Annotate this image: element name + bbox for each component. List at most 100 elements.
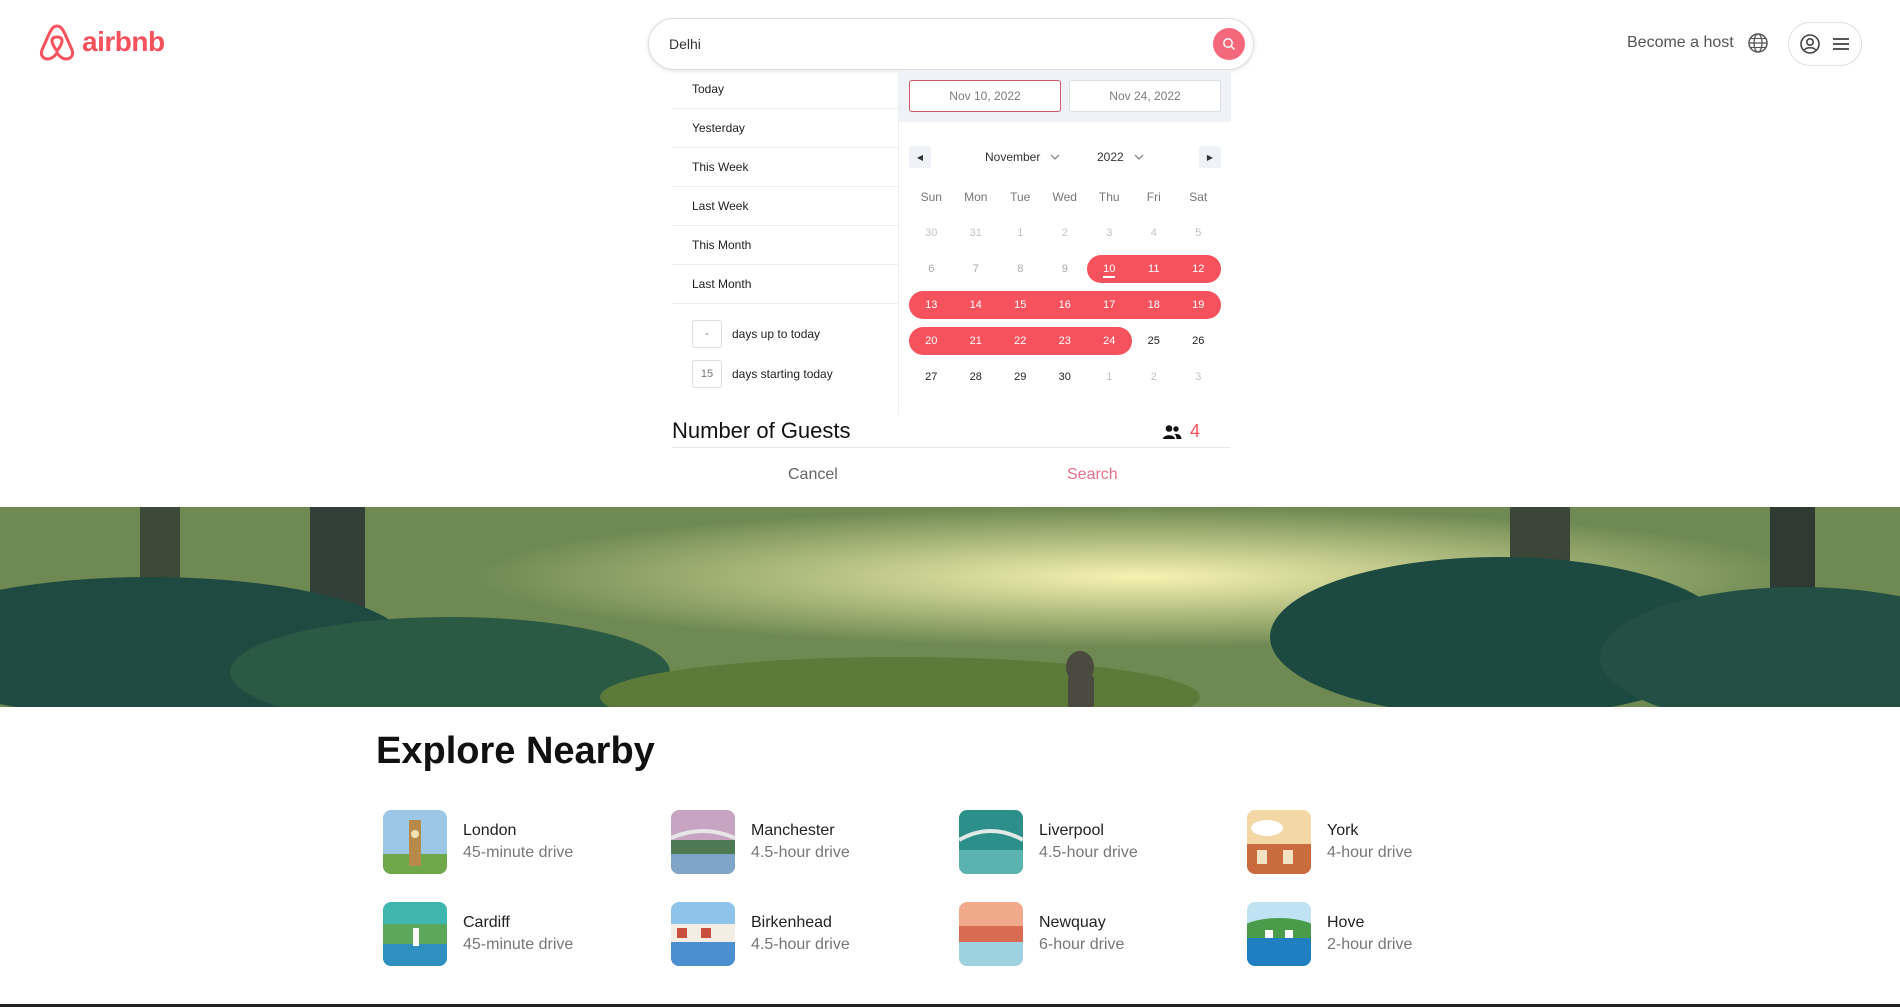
caret-right-icon: ▶ xyxy=(1206,152,1214,162)
prev-month-button[interactable]: ◀ xyxy=(909,146,931,168)
become-host-link[interactable]: Become a host xyxy=(1627,34,1734,52)
nearby-place-card[interactable]: Manchester 4.5-hour drive xyxy=(671,810,959,874)
calendar-day-in-range[interactable]: 11 xyxy=(1131,255,1176,283)
search-actions: Cancel Search xyxy=(672,462,1230,492)
place-name: Birkenhead xyxy=(751,914,832,931)
place-distance: 4-hour drive xyxy=(1327,844,1413,861)
calendar-week: 20 21 22 23 24 25 26 xyxy=(909,323,1221,359)
end-date-input[interactable]: Nov 24, 2022 xyxy=(1069,80,1221,112)
calendar-day[interactable]: 2 xyxy=(1132,363,1177,391)
calendar-day[interactable]: 9 xyxy=(1043,255,1088,283)
calendar-day[interactable]: 4 xyxy=(1132,219,1177,247)
profile-menu-button[interactable] xyxy=(1788,22,1862,66)
calendar-day[interactable]: 6 xyxy=(909,255,954,283)
month-select[interactable]: November xyxy=(985,150,1060,164)
year-value: 2022 xyxy=(1097,150,1124,164)
calendar-day[interactable]: 8 xyxy=(998,255,1043,283)
range-yesterday[interactable]: Yesterday xyxy=(672,109,898,148)
calendar-day-start-selected[interactable]: 10 xyxy=(1087,255,1132,283)
calendar-week: 30 31 1 2 3 4 5 xyxy=(909,215,1221,251)
calendar-day[interactable]: 3 xyxy=(1087,219,1132,247)
place-distance: 4.5-hour drive xyxy=(751,936,850,953)
calendar-day-in-range[interactable]: 23 xyxy=(1042,327,1087,355)
calendar-day[interactable]: 27 xyxy=(909,363,954,391)
place-name: Hove xyxy=(1327,914,1365,931)
calendar-day[interactable]: 30 xyxy=(1043,363,1088,391)
calendar-day-in-range[interactable]: 22 xyxy=(998,327,1043,355)
calendar-day-in-range[interactable]: 14 xyxy=(953,291,998,319)
place-thumbnail xyxy=(959,902,1023,966)
calendar-day-in-range[interactable]: 20 xyxy=(909,327,954,355)
static-ranges: Today Yesterday This Week Last Week This… xyxy=(672,70,898,304)
range-today[interactable]: Today xyxy=(672,70,898,109)
calendar-day[interactable]: 1 xyxy=(998,219,1043,247)
hero-banner-image xyxy=(0,507,1900,707)
guests-row: Number of Guests 4 xyxy=(672,418,1230,448)
days-starting-today-input[interactable]: 15 xyxy=(692,360,722,388)
search-button[interactable] xyxy=(1213,28,1245,60)
search-submit-button[interactable]: Search xyxy=(1067,466,1118,484)
nearby-place-card[interactable]: Newquay 6-hour drive xyxy=(959,902,1247,966)
place-thumbnail xyxy=(959,810,1023,874)
range-this-week[interactable]: This Week xyxy=(672,148,898,187)
calendar-day-in-range[interactable]: 21 xyxy=(953,327,998,355)
start-date-input[interactable]: Nov 10, 2022 xyxy=(909,80,1061,112)
nearby-place-card[interactable]: Hove 2-hour drive xyxy=(1247,902,1535,966)
days-up-to-today-input[interactable]: - xyxy=(692,320,722,348)
globe-icon[interactable] xyxy=(1747,32,1769,54)
weekday-label: Thu xyxy=(1098,190,1120,204)
calendar-day[interactable]: 3 xyxy=(1176,363,1221,391)
calendar-day-in-range[interactable]: 18 xyxy=(1131,291,1176,319)
place-thumbnail xyxy=(383,902,447,966)
search-input[interactable] xyxy=(669,31,1189,57)
weekday-label: Wed xyxy=(1052,190,1077,204)
range-this-month[interactable]: This Month xyxy=(672,226,898,265)
calendar-week: 27 28 29 30 1 2 3 xyxy=(909,359,1221,395)
nearby-place-card[interactable]: London 45-minute drive xyxy=(383,810,671,874)
calendar-day-in-range[interactable]: 16 xyxy=(1042,291,1087,319)
calendar-day-end-selected[interactable]: 24 xyxy=(1087,327,1132,355)
guests-counter[interactable]: 4 xyxy=(1162,421,1200,442)
place-name: York xyxy=(1327,822,1359,839)
range-last-week[interactable]: Last Week xyxy=(672,187,898,226)
nearby-place-card[interactable]: Cardiff 45-minute drive xyxy=(383,902,671,966)
calendar-day-in-range[interactable]: 15 xyxy=(998,291,1043,319)
calendar-day[interactable]: 28 xyxy=(954,363,999,391)
nearby-place-card[interactable]: Birkenhead 4.5-hour drive xyxy=(671,902,959,966)
search-bar[interactable] xyxy=(648,18,1254,70)
calendar-day[interactable]: 26 xyxy=(1176,327,1221,355)
nearby-place-card[interactable]: Liverpool 4.5-hour drive xyxy=(959,810,1247,874)
place-thumbnail xyxy=(671,902,735,966)
date-display: Nov 10, 2022 Nov 24, 2022 xyxy=(899,70,1231,122)
chevron-down-icon xyxy=(1050,154,1060,160)
place-name: London xyxy=(463,822,517,839)
place-distance: 4.5-hour drive xyxy=(1039,844,1138,861)
nearby-place-card[interactable]: York 4-hour drive xyxy=(1247,810,1535,874)
weekday-header: Sun Mon Tue Wed Thu Fri Sat xyxy=(909,190,1221,204)
airbnb-logo[interactable]: airbnb xyxy=(38,22,165,62)
days-up-to-today-row: - days up to today xyxy=(692,320,820,348)
calendar-day[interactable]: 1 xyxy=(1087,363,1132,391)
year-select[interactable]: 2022 xyxy=(1097,150,1144,164)
calendar-day[interactable]: 29 xyxy=(998,363,1043,391)
days-up-to-today-label: days up to today xyxy=(732,327,821,341)
calendar-day[interactable]: 2 xyxy=(1043,219,1088,247)
calendar-day-in-range[interactable]: 13 xyxy=(909,291,954,319)
calendar-day-in-range[interactable]: 12 xyxy=(1176,255,1221,283)
brand-name: airbnb xyxy=(82,26,165,57)
place-thumbnail xyxy=(1247,810,1311,874)
calendar-day-in-range[interactable]: 19 xyxy=(1176,291,1221,319)
guests-count-value: 4 xyxy=(1189,421,1200,441)
calendar-day[interactable]: 7 xyxy=(954,255,999,283)
calendar-day-in-range[interactable]: 17 xyxy=(1087,291,1132,319)
next-month-button[interactable]: ▶ xyxy=(1199,146,1221,168)
calendar-day[interactable]: 31 xyxy=(954,219,999,247)
range-last-month[interactable]: Last Month xyxy=(672,265,898,304)
calendar-day[interactable]: 5 xyxy=(1176,219,1221,247)
cancel-button[interactable]: Cancel xyxy=(788,466,838,484)
place-thumbnail xyxy=(671,810,735,874)
calendar-day[interactable]: 25 xyxy=(1132,327,1177,355)
place-distance: 4.5-hour drive xyxy=(751,844,850,861)
caret-left-icon: ◀ xyxy=(916,152,924,162)
calendar-day[interactable]: 30 xyxy=(909,219,954,247)
